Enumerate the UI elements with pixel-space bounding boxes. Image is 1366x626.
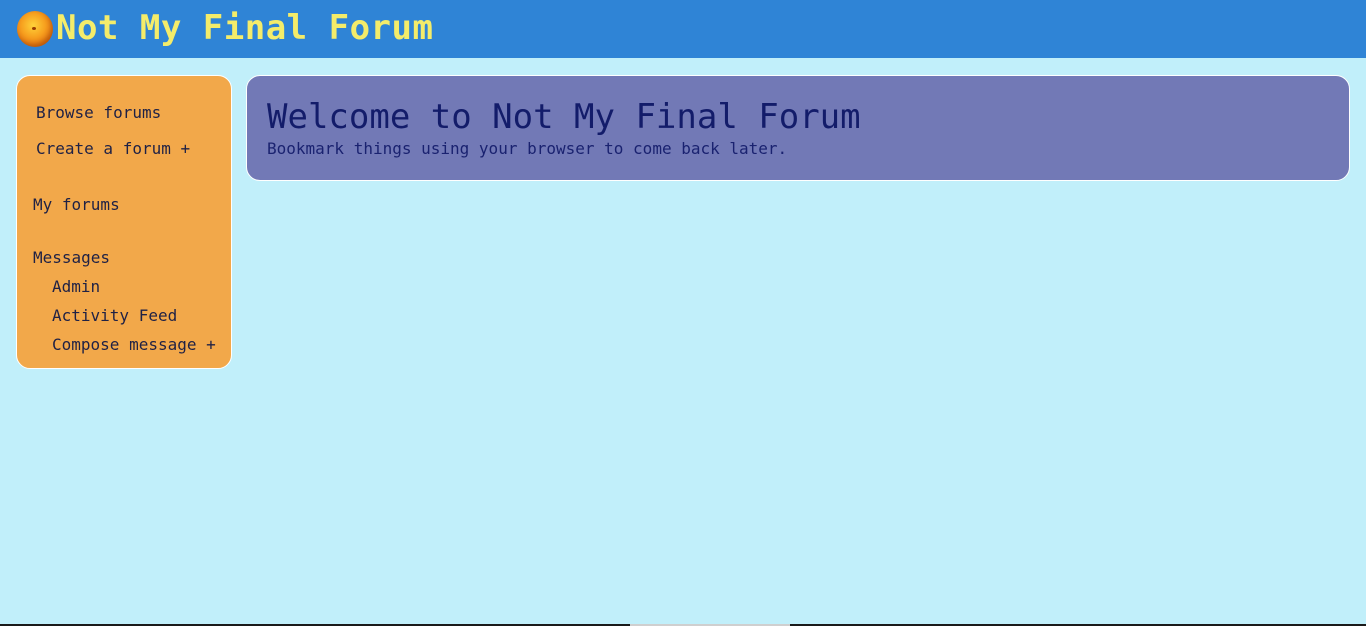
- sidebar-section-messages: Messages: [33, 248, 111, 267]
- sidebar-item-my-forums[interactable]: My forums: [33, 195, 120, 215]
- orange-ball-icon[interactable]: [17, 11, 53, 47]
- sidebar-item-create-forum[interactable]: Create a forum +: [36, 139, 190, 159]
- site-title[interactable]: Not My Final Forum: [56, 8, 433, 48]
- welcome-panel: Welcome to Not My Final Forum Bookmark t…: [246, 75, 1350, 181]
- sidebar-item-compose-message[interactable]: Compose message +: [52, 335, 216, 355]
- sidebar: Browse forums Create a forum + My forums…: [16, 75, 232, 369]
- sidebar-item-admin[interactable]: Admin: [52, 277, 100, 297]
- sidebar-item-browse-forums[interactable]: Browse forums: [36, 103, 161, 123]
- top-bar: Not My Final Forum: [0, 0, 1366, 58]
- welcome-title: Welcome to Not My Final Forum: [267, 97, 861, 137]
- welcome-subtitle: Bookmark things using your browser to co…: [267, 139, 788, 158]
- sidebar-item-activity-feed[interactable]: Activity Feed: [52, 306, 177, 326]
